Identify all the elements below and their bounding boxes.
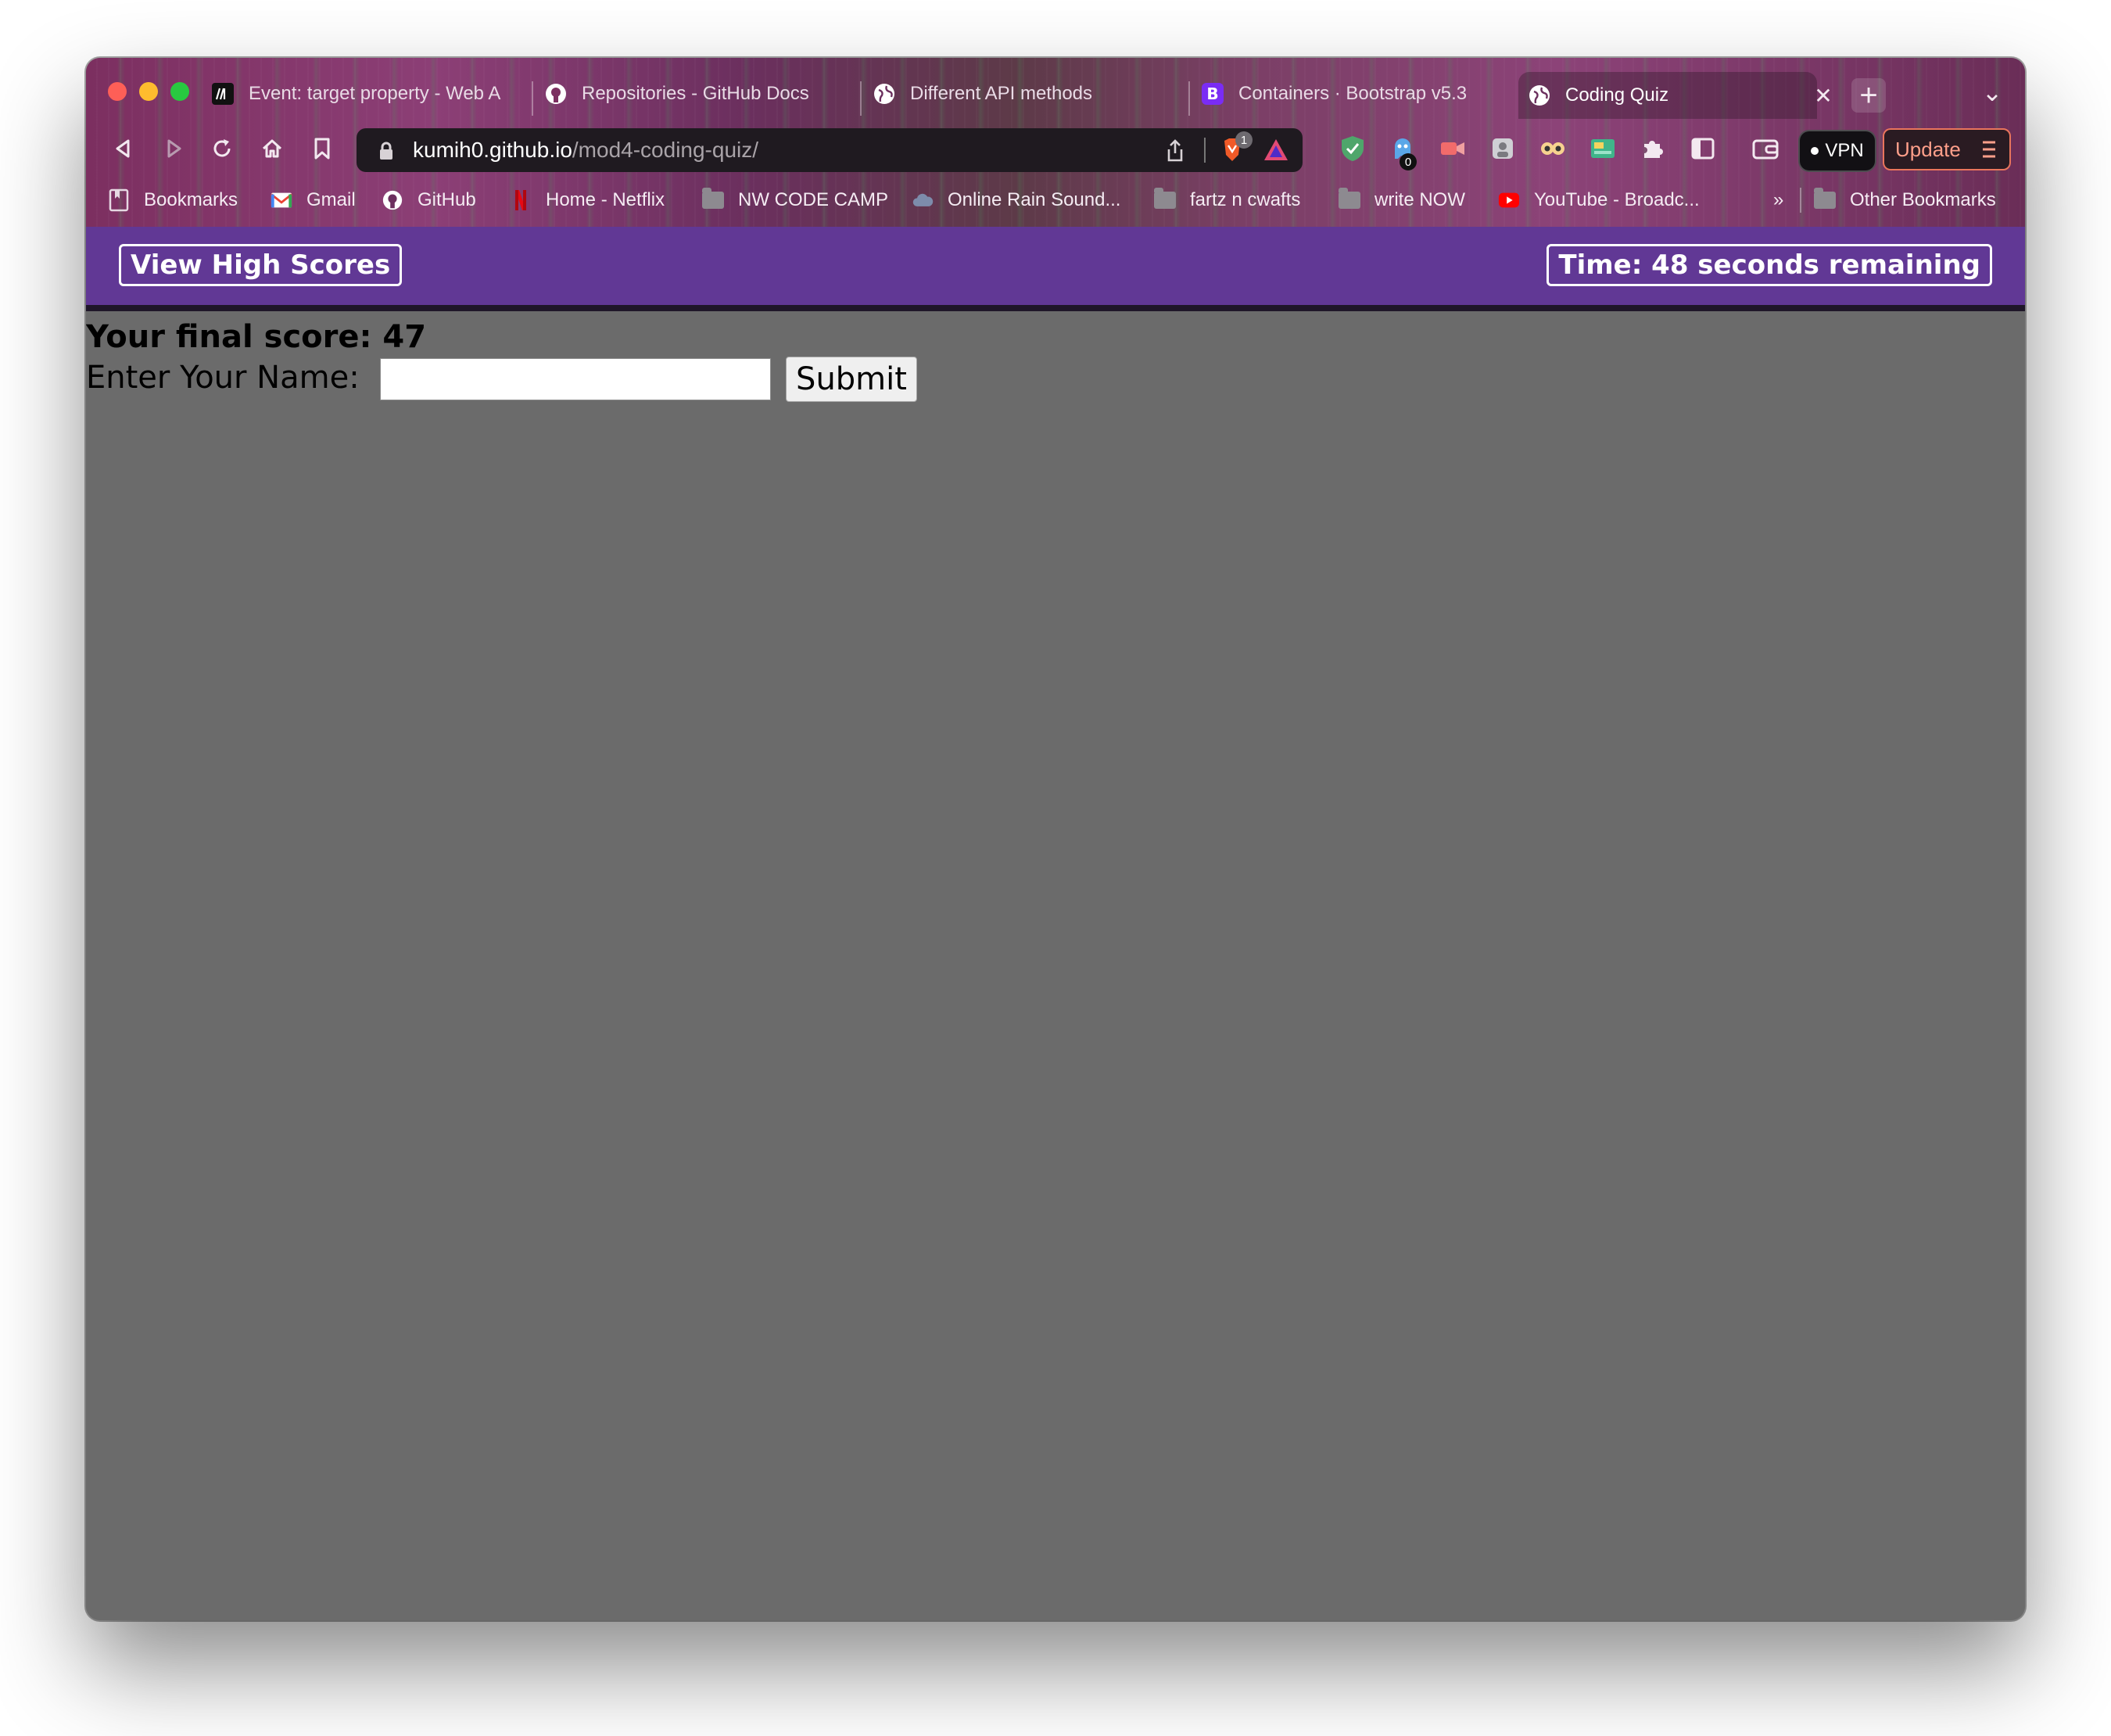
globe-icon	[1528, 84, 1551, 107]
tab-title: Different API methods	[910, 83, 1093, 104]
tab-title: Repositories - GitHub Docs	[582, 83, 809, 104]
tab-search-icon[interactable]: ⌄	[1977, 77, 2008, 108]
brave-badge: 1	[1235, 131, 1253, 149]
tab-divider	[860, 81, 862, 116]
vpn-button[interactable]: VPN	[1798, 130, 1876, 172]
wallet-icon[interactable]	[1750, 133, 1781, 164]
brave-rewards-icon[interactable]	[1262, 136, 1290, 168]
bookmark-rain-sounds[interactable]: Online Rain Sound...	[912, 183, 1120, 217]
bookmark-label: Bookmarks	[144, 189, 238, 210]
browser-window: Event: target property - Web A Repositor…	[86, 58, 2025, 1620]
folder-icon	[1154, 188, 1176, 211]
bookmark-label: fartz n cwafts	[1190, 189, 1301, 210]
new-tab-button[interactable]: +	[1851, 78, 1886, 113]
sidebar-icon[interactable]	[1687, 133, 1719, 164]
bookmarks-overflow-icon[interactable]: »	[1773, 183, 1783, 217]
github-icon	[382, 189, 403, 211]
bookmark-label: Home - Netflix	[546, 189, 665, 210]
reload-icon[interactable]	[206, 133, 238, 164]
browser-chrome: Event: target property - Web A Repositor…	[86, 58, 2025, 227]
tab-github-docs[interactable]: Repositories - GitHub Docs	[544, 75, 857, 113]
folder-icon	[1339, 188, 1360, 211]
minimize-window-button[interactable]	[139, 82, 158, 101]
tab-event-target[interactable]: Event: target property - Web A	[211, 75, 532, 113]
bookmark-page-icon[interactable]	[306, 133, 338, 164]
bookmark-label: Online Rain Sound...	[948, 189, 1121, 210]
forward-icon[interactable]	[158, 133, 189, 164]
url-path: /mod4-coding-quiz/	[572, 138, 759, 162]
vpn-status-dot	[1811, 147, 1819, 155]
bookmark-label: write NOW	[1374, 189, 1465, 210]
omnibox-divider	[1204, 138, 1206, 163]
bookmark-label: GitHub	[418, 189, 476, 210]
folder-icon	[1814, 188, 1836, 211]
gmail-icon	[271, 189, 292, 211]
menu-icon	[1981, 139, 1997, 165]
github-icon	[544, 82, 568, 106]
name-label: Enter Your Name:	[86, 360, 360, 396]
bookmark-label: Other Bookmarks	[1850, 189, 1996, 210]
folder-icon	[702, 188, 724, 211]
tab-divider	[532, 81, 533, 116]
bookmark-nw-code-camp[interactable]: NW CODE CAMP	[702, 183, 888, 217]
tab-divider	[1188, 81, 1190, 116]
bookmark-youtube[interactable]: YouTube - Broadc...	[1498, 183, 1700, 217]
submit-button[interactable]: Submit	[786, 357, 917, 402]
bookmark-fartz-n-cwafts[interactable]: fartz n cwafts	[1154, 183, 1300, 217]
home-icon[interactable]	[256, 133, 288, 164]
extensions-puzzle-icon[interactable]	[1637, 133, 1668, 164]
bookmark-other-bookmarks[interactable]: Other Bookmarks	[1814, 183, 1996, 217]
bootstrap-icon: B	[1201, 82, 1224, 106]
bookmark-write-now[interactable]: write NOW	[1339, 183, 1465, 217]
zoom-window-button[interactable]	[170, 82, 189, 101]
svg-text:B: B	[1206, 84, 1218, 103]
bookmark-label: Gmail	[306, 189, 356, 210]
quiz-header: View High Scores Time: 48 seconds remain…	[86, 227, 2025, 311]
bookmark-label: NW CODE CAMP	[738, 189, 888, 210]
bookmarks-icon	[108, 188, 130, 212]
shield-extension-icon[interactable]	[1337, 133, 1368, 164]
video-extension-icon[interactable]	[1437, 133, 1468, 164]
bookmark-gmail[interactable]: Gmail	[271, 183, 356, 217]
picture-extension-icon[interactable]	[1587, 133, 1618, 164]
url-domain: kumih0.github.io	[413, 138, 572, 162]
bookmarks-divider	[1800, 188, 1801, 213]
update-label: Update	[1895, 137, 1961, 161]
tab-title: Containers · Bootstrap v5.3	[1238, 83, 1468, 104]
close-tab-icon[interactable]: ✕	[1808, 80, 1839, 111]
bookmark-github[interactable]: GitHub	[382, 183, 476, 217]
name-input[interactable]	[380, 358, 771, 400]
mdn-icon	[211, 82, 235, 106]
tab-title: Coding Quiz	[1565, 84, 1669, 106]
back-icon[interactable]	[108, 133, 139, 164]
view-high-scores-button[interactable]: View High Scores	[119, 244, 403, 286]
bookmark-bookmarks[interactable]: Bookmarks	[108, 183, 238, 217]
url-text: kumih0.github.io/mod4-coding-quiz/	[413, 138, 758, 163]
share-icon[interactable]	[1165, 139, 1185, 167]
lock-icon	[378, 142, 394, 160]
final-score: Your final score: 47	[86, 319, 427, 355]
cloud-icon	[912, 189, 934, 211]
tab-bootstrap[interactable]: B Containers · Bootstrap v5.3	[1201, 75, 1514, 113]
timer-display: Time: 48 seconds remaining	[1547, 244, 1992, 286]
tab-title: Event: target property - Web A	[249, 83, 501, 104]
close-window-button[interactable]	[108, 82, 127, 101]
page-content: View High Scores Time: 48 seconds remain…	[86, 227, 2025, 1620]
contact-extension-icon[interactable]	[1487, 133, 1518, 164]
bookmark-label: YouTube - Broadc...	[1534, 189, 1700, 210]
vpn-label: VPN	[1825, 140, 1864, 161]
globe-icon	[873, 82, 896, 106]
update-button[interactable]: Update	[1883, 128, 2011, 170]
youtube-icon	[1498, 189, 1520, 211]
eyes-extension-icon[interactable]	[1537, 133, 1568, 164]
extension-badge: 0	[1400, 153, 1417, 170]
netflix-icon	[510, 189, 532, 211]
bookmark-netflix[interactable]: Home - Netflix	[510, 183, 665, 217]
address-bar[interactable]: kumih0.github.io/mod4-coding-quiz/ 1	[357, 128, 1303, 172]
tab-api-methods[interactable]: Different API methods	[873, 75, 1185, 113]
tab-coding-quiz[interactable]: Coding Quiz	[1518, 72, 1817, 119]
